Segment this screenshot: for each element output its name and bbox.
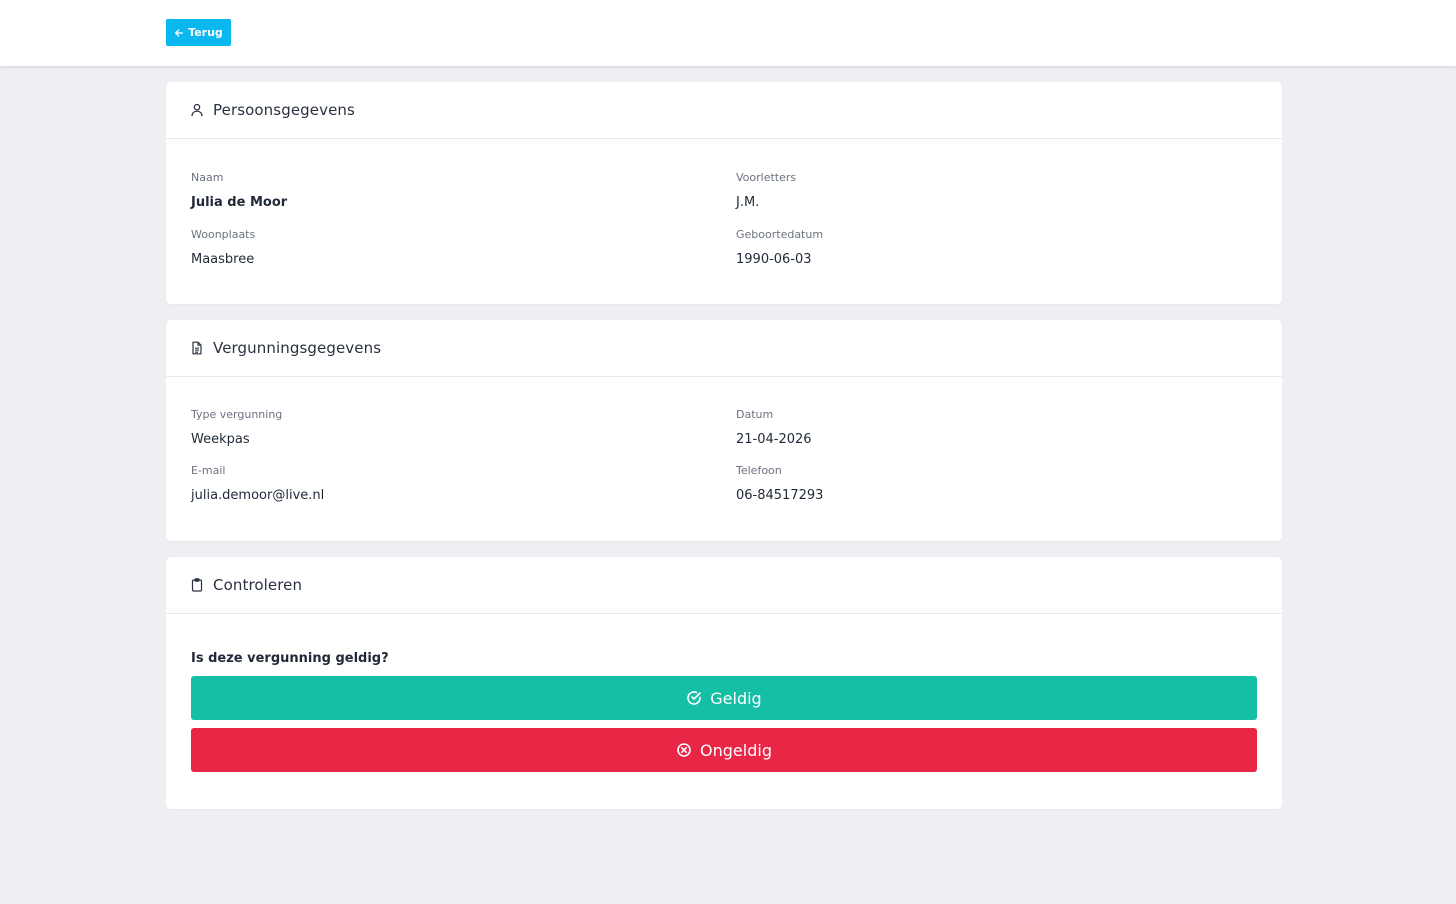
user-icon: [190, 103, 204, 117]
initials-label: Voorletters: [736, 171, 797, 184]
clipboard-icon: [190, 578, 204, 592]
email-label: E-mail: [191, 464, 226, 477]
permit-date-label: Datum: [736, 408, 774, 421]
person-card-header: Persoonsgegevens: [166, 82, 1282, 139]
name-value: Julia de Moor: [191, 195, 288, 210]
check-circle-icon: [686, 690, 702, 706]
check-card-header: Controleren: [166, 557, 1282, 614]
city-label: Woonplaats: [191, 228, 256, 241]
validity-question: Is deze vergunning geldig?: [191, 651, 389, 666]
dob-label: Geboortedatum: [736, 228, 824, 241]
phone-label: Telefoon: [736, 464, 782, 477]
permit-card-header: Vergunningsgegevens: [166, 320, 1282, 377]
top-bar: Terug: [0, 0, 1456, 66]
city-field: Woonplaats Maasbree: [191, 228, 255, 267]
valid-button[interactable]: Geldig: [191, 676, 1257, 720]
name-label: Naam: [191, 171, 224, 184]
permit-card: Vergunningsgegevens Type vergunning Week…: [166, 320, 1282, 541]
valid-button-label: Geldig: [710, 688, 762, 708]
permit-type-value: Weekpas: [191, 432, 250, 447]
permit-date-field: Datum 21-04-2026: [736, 408, 812, 447]
permit-type-field: Type vergunning Weekpas: [191, 408, 282, 447]
email-value: julia.demoor@live.nl: [191, 488, 325, 503]
back-button-label: Terug: [188, 26, 223, 39]
name-field: Naam Julia de Moor: [191, 171, 287, 210]
person-card-title: Persoonsgegevens: [213, 101, 355, 119]
phone-value: 06-84517293: [736, 488, 824, 503]
email-field: E-mail julia.demoor@live.nl: [191, 464, 324, 503]
initials-value: J.M.: [736, 195, 760, 210]
check-card-title: Controleren: [213, 576, 303, 594]
permit-type-label: Type vergunning: [191, 408, 283, 421]
permit-card-title: Vergunningsgegevens: [213, 339, 382, 357]
x-circle-icon: [676, 742, 692, 758]
invalid-button[interactable]: Ongeldig: [191, 728, 1257, 772]
dob-value: 1990-06-03: [736, 252, 812, 267]
permit-date-value: 21-04-2026: [736, 432, 812, 447]
check-card: Controleren Is deze vergunning geldig? G…: [166, 557, 1282, 809]
invalid-button-label: Ongeldig: [700, 740, 772, 760]
dob-field: Geboortedatum 1990-06-03: [736, 228, 823, 267]
initials-field: Voorletters J.M.: [736, 171, 796, 210]
arrow-left-icon: [174, 28, 184, 38]
document-icon: [190, 341, 204, 355]
city-value: Maasbree: [191, 252, 255, 267]
phone-field: Telefoon 06-84517293: [736, 464, 823, 503]
back-button[interactable]: Terug: [166, 19, 231, 46]
person-card: Persoonsgegevens Naam Julia de Moor Voor…: [166, 82, 1282, 304]
